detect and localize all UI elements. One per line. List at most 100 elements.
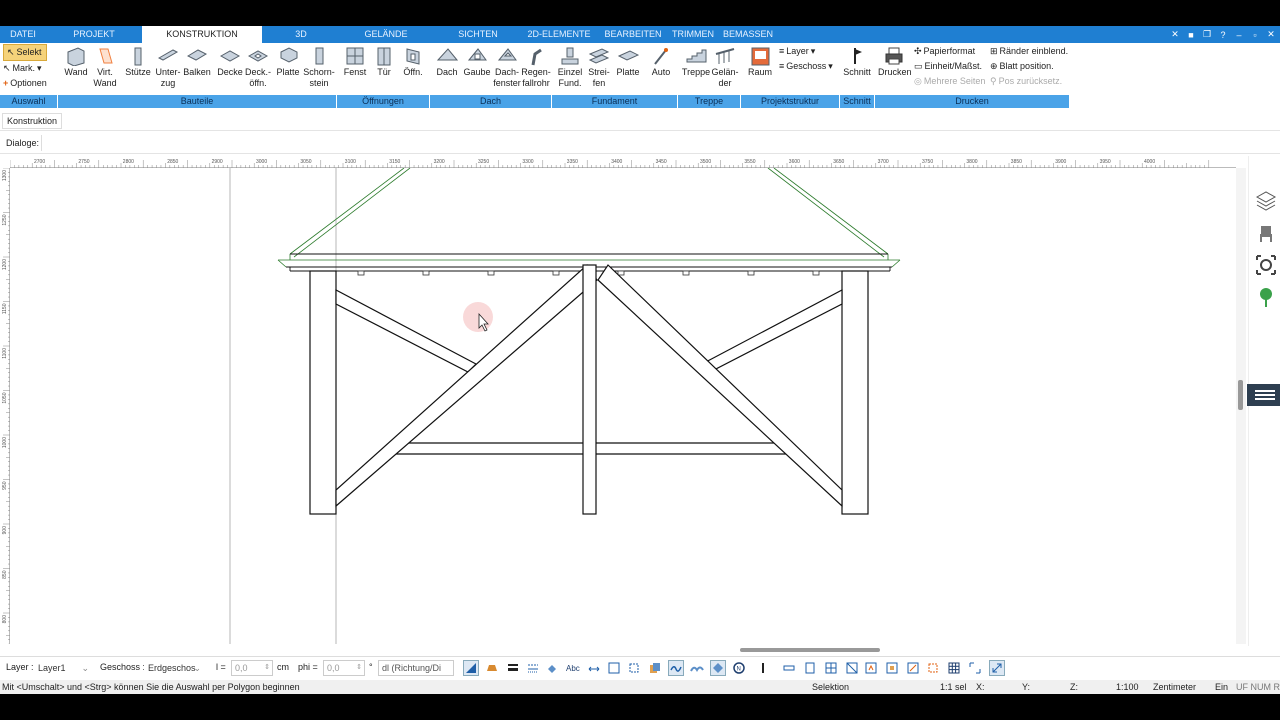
gelaender-button[interactable]: Gelän-der bbox=[710, 43, 740, 89]
phi-input[interactable]: 0,0 ⇕ bbox=[323, 660, 365, 676]
oeffnung-button[interactable]: Öffn. bbox=[398, 43, 428, 78]
copy-icon[interactable] bbox=[648, 661, 662, 675]
view-1-icon[interactable] bbox=[782, 661, 796, 675]
tab-bearbeiten[interactable]: BEARBEITEN bbox=[594, 26, 672, 43]
roof-outline[interactable] bbox=[277, 168, 901, 268]
view-3-icon[interactable] bbox=[824, 661, 838, 675]
wave-icon[interactable] bbox=[668, 660, 684, 676]
schornstein-button[interactable]: Schorn-stein bbox=[303, 43, 335, 89]
drucken-button[interactable]: Drucken bbox=[878, 43, 912, 78]
direction-select[interactable]: dl (Richtung/Di bbox=[378, 660, 454, 676]
vertical-scrollbar[interactable] bbox=[1236, 168, 1246, 644]
tuer-button[interactable]: Tür bbox=[370, 43, 398, 78]
fill-icon[interactable] bbox=[485, 661, 499, 675]
restore-icon[interactable]: ▫ bbox=[1250, 30, 1260, 40]
tab-datei[interactable]: DATEI bbox=[0, 26, 46, 43]
drawing-area[interactable]: 2700 2750 2800 2850 2900 3000 3050 3100 3150 3200… bbox=[0, 156, 1246, 658]
decke-button[interactable]: Decke bbox=[216, 43, 244, 78]
papierformat-button[interactable]: ✣ Papierformat bbox=[914, 44, 985, 59]
fenster-button[interactable]: Fenst bbox=[340, 43, 370, 78]
view-7-icon[interactable] bbox=[906, 661, 920, 675]
dimension-icon[interactable] bbox=[587, 661, 601, 675]
treppe-button[interactable]: Treppe bbox=[681, 43, 711, 78]
text-icon[interactable]: Abc bbox=[566, 661, 580, 675]
snap-grid-icon[interactable] bbox=[463, 660, 479, 676]
stepper-icon[interactable]: ⇕ bbox=[264, 661, 270, 675]
chair-icon[interactable] bbox=[1255, 222, 1277, 244]
auto-button[interactable]: Auto bbox=[647, 43, 675, 78]
tab-sichten[interactable]: SICHTEN bbox=[432, 26, 524, 43]
blatt-position-button[interactable]: ⊕ Blatt position. bbox=[990, 59, 1068, 74]
view-6-icon[interactable] bbox=[885, 661, 899, 675]
brace-upper-right[interactable] bbox=[701, 289, 843, 373]
tab-trimmen[interactable]: TRIMMEN bbox=[672, 26, 714, 43]
tab-2d-elemente[interactable]: 2D-ELEMENTE bbox=[524, 26, 594, 43]
raum-button[interactable]: Raum bbox=[745, 43, 775, 78]
tab-bemassen[interactable]: BEMASSEN bbox=[710, 26, 786, 43]
view-4-icon[interactable] bbox=[845, 661, 859, 675]
regenfallrohr-button[interactable]: Regen-fallrohr bbox=[520, 43, 552, 89]
timber-frame[interactable] bbox=[309, 264, 869, 515]
einzelfund-button[interactable]: Einzel Fund. bbox=[556, 43, 584, 89]
mehrere-seiten-button[interactable]: ◎ Mehrere Seiten bbox=[914, 74, 985, 89]
stepper-icon[interactable]: ⇕ bbox=[356, 661, 362, 675]
hatch-icon[interactable] bbox=[546, 661, 560, 675]
tree-icon[interactable] bbox=[1255, 286, 1277, 308]
dachfenster-button[interactable]: Dach-fenster bbox=[492, 43, 522, 89]
close-icon[interactable]: ✕ bbox=[1266, 29, 1276, 40]
balken-button[interactable]: Balken bbox=[182, 43, 212, 78]
tab-gelaende[interactable]: GELÄNDE bbox=[340, 26, 432, 43]
stuetze-button[interactable]: Stütze bbox=[122, 43, 154, 78]
geschoss-select[interactable]: Erdgeschos ⌄ bbox=[144, 660, 204, 676]
post-center[interactable] bbox=[582, 264, 597, 515]
layer-select[interactable]: Layer1 ⌄ bbox=[34, 660, 92, 676]
streifen-button[interactable]: Strei-fen bbox=[586, 43, 612, 89]
tab-3d[interactable]: 3D bbox=[262, 26, 340, 43]
unterzug-button[interactable]: Unter-zug bbox=[154, 43, 182, 89]
wand-button[interactable]: Wand bbox=[61, 43, 91, 78]
gaube-button[interactable]: Gaube bbox=[462, 43, 492, 78]
line-weight-icon[interactable] bbox=[506, 661, 520, 675]
pos-zuruecksetzen-button[interactable]: ⚲ Pos zurücksetz. bbox=[990, 74, 1068, 89]
line-style-icon[interactable] bbox=[526, 661, 540, 675]
horizontal-scroll-thumb[interactable] bbox=[740, 648, 880, 652]
dach-button[interactable]: Dach bbox=[433, 43, 461, 78]
diamond-icon[interactable] bbox=[710, 660, 726, 676]
einheit-button[interactable]: ▭ Einheit/Maßst. bbox=[914, 59, 985, 74]
north-icon[interactable]: N bbox=[732, 661, 746, 675]
document-tab-konstruktion[interactable]: Konstruktion bbox=[2, 113, 63, 129]
view-8-icon[interactable] bbox=[926, 661, 940, 675]
selekt-button[interactable]: ↖ Selekt bbox=[3, 44, 47, 61]
fundamentplatte-button[interactable]: Platte bbox=[614, 43, 642, 78]
tab-konstruktion[interactable]: KONSTRUKTION bbox=[142, 26, 262, 43]
help-icon[interactable]: ? bbox=[1218, 30, 1228, 40]
l-input[interactable]: 0,0 ⇕ bbox=[231, 660, 273, 676]
mark-button[interactable]: ↖ Mark. ▾ bbox=[3, 61, 47, 76]
tab-projekt[interactable]: PROJEKT bbox=[46, 26, 142, 43]
optionen-button[interactable]: + Optionen bbox=[3, 76, 47, 91]
horizontal-scrollbar[interactable] bbox=[10, 646, 1236, 654]
platte-button[interactable]: Platte bbox=[273, 43, 303, 78]
expand-icon[interactable] bbox=[989, 660, 1005, 676]
diagonal-right[interactable] bbox=[597, 264, 843, 508]
geschoss-dropdown[interactable]: ≡ Geschoss ▾ bbox=[779, 59, 833, 74]
tools-icon[interactable]: ✕ bbox=[1170, 29, 1180, 40]
view-2-icon[interactable] bbox=[803, 661, 817, 675]
grid-icon[interactable] bbox=[947, 661, 961, 675]
brace-upper-left[interactable] bbox=[335, 289, 477, 373]
section-drawing[interactable] bbox=[10, 168, 1236, 644]
minimize-icon[interactable]: – bbox=[1234, 30, 1244, 40]
deckoeffn-button[interactable]: Deck.- öffn. bbox=[244, 43, 272, 89]
virt-wand-button[interactable]: Virt. Wand bbox=[91, 43, 119, 89]
vertical-arrow-icon[interactable] bbox=[756, 661, 770, 675]
snap-icon[interactable] bbox=[968, 661, 982, 675]
frame-icon[interactable] bbox=[607, 661, 621, 675]
post-right[interactable] bbox=[841, 270, 869, 515]
view-5-icon[interactable] bbox=[864, 661, 878, 675]
raender-button[interactable]: ⊞ Ränder einblend. bbox=[990, 44, 1068, 59]
terrain-icon[interactable] bbox=[690, 661, 704, 675]
focus-icon[interactable] bbox=[1255, 254, 1277, 276]
menu-icon[interactable] bbox=[1247, 384, 1280, 406]
vertical-scroll-thumb[interactable] bbox=[1238, 380, 1243, 410]
layers-icon[interactable] bbox=[1255, 190, 1277, 212]
